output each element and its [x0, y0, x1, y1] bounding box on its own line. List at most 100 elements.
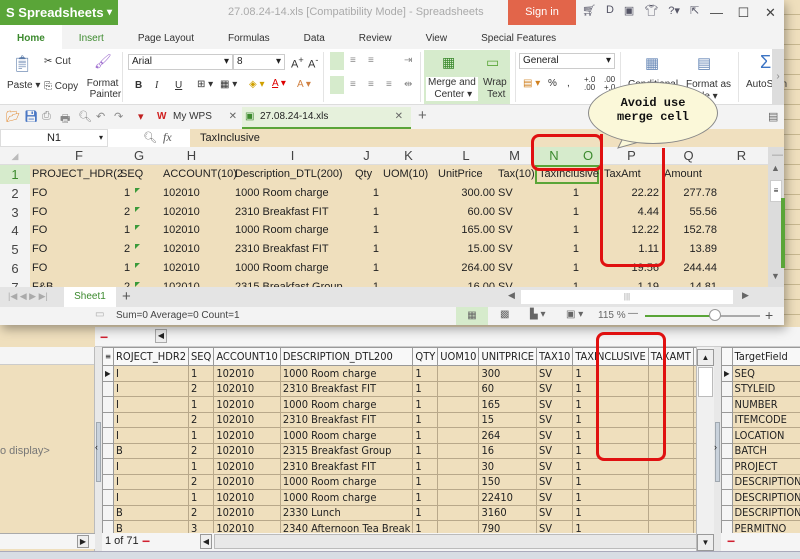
import-cell[interactable]: 1000 Room charge: [279, 473, 414, 490]
cut-button[interactable]: ✂ Cut: [44, 56, 71, 67]
import-cell[interactable]: 2315 Breakfast Group: [279, 442, 414, 459]
scroll-down-button[interactable]: ▼: [771, 271, 780, 281]
align-bottom-icon[interactable]: ≡: [368, 55, 374, 66]
cell[interactable]: 300.00: [438, 184, 495, 203]
target-field-row[interactable]: BATCH: [721, 442, 800, 459]
cell[interactable]: 152.78: [660, 221, 717, 240]
cell[interactable]: 277.78: [660, 184, 717, 203]
decrease-font-icon[interactable]: A-: [308, 55, 318, 71]
cell[interactable]: 60.00: [438, 203, 495, 222]
import-cell[interactable]: 1: [412, 504, 439, 521]
splitter-grip[interactable]: [715, 422, 720, 482]
import-cell[interactable]: 1000 Room charge: [279, 427, 414, 444]
fill-color-icon[interactable]: ◈ ▾: [249, 79, 265, 90]
header-cell[interactable]: Description_DTL(200): [235, 165, 343, 184]
cell[interactable]: 2310 Breakfast FIT: [235, 240, 329, 259]
import-column-header[interactable]: UNITPRICE: [478, 347, 537, 366]
row-selector[interactable]: [721, 473, 733, 490]
import-cell[interactable]: 1: [572, 504, 649, 521]
close-tab-icon[interactable]: ✕: [229, 107, 237, 127]
bold-button[interactable]: B: [135, 80, 142, 91]
import-column-header[interactable]: TAX10: [535, 347, 574, 366]
import-cell[interactable]: 102010: [213, 411, 281, 428]
import-cell[interactable]: [647, 504, 694, 521]
sheet-tab-sheet1[interactable]: Sheet1: [64, 287, 116, 307]
import-cell[interactable]: [437, 473, 480, 490]
import-cell[interactable]: SV: [535, 365, 574, 382]
percent-button[interactable]: %: [548, 78, 557, 89]
print-icon[interactable]: 🖶︎: [60, 110, 70, 129]
skin-icon[interactable]: 👕︎: [644, 4, 658, 22]
cell[interactable]: 2310 Breakfast FIT: [235, 203, 329, 222]
import-cell[interactable]: [647, 473, 694, 490]
target-field-item[interactable]: NUMBER: [731, 396, 800, 413]
import-column-header[interactable]: UOM10: [437, 347, 480, 366]
import-cell[interactable]: 2310 Breakfast FIT: [279, 411, 414, 428]
import-column-header[interactable]: QTY: [412, 347, 439, 366]
row-header[interactable]: 1: [0, 165, 30, 184]
target-field-item[interactable]: DESCRIPTION: [731, 473, 800, 490]
column-header-g[interactable]: G: [128, 147, 150, 165]
scroll-left-button[interactable]: ◀: [508, 290, 515, 301]
comma-style-icon[interactable]: ,: [567, 78, 570, 89]
import-cell[interactable]: 102010: [213, 442, 281, 459]
row-selector[interactable]: [721, 396, 733, 413]
cell[interactable]: 1: [355, 203, 379, 222]
import-cell[interactable]: 102010: [213, 489, 281, 506]
import-cell[interactable]: 102010: [213, 458, 281, 475]
import-cell[interactable]: 16: [478, 442, 537, 459]
align-top-button[interactable]: [330, 52, 344, 70]
import-cell[interactable]: 102010: [213, 504, 281, 521]
column-header-f[interactable]: F: [30, 147, 128, 165]
import-cell[interactable]: 2: [188, 380, 215, 397]
import-cell[interactable]: [437, 504, 480, 521]
scroll-left-button[interactable]: ◀: [200, 534, 212, 549]
import-table-row[interactable]: I11020101000 Room charge122410SV11660: [101, 489, 743, 506]
print-preview-icon[interactable]: ⎙: [42, 110, 51, 123]
zoom-in-button[interactable]: +: [765, 307, 773, 323]
import-cell[interactable]: 102010: [213, 473, 281, 490]
format-as-table-icon[interactable]: ▤: [697, 54, 711, 72]
import-cell[interactable]: [437, 489, 480, 506]
cell[interactable]: 2315 Breakfast Group: [235, 278, 343, 287]
target-field-item[interactable]: SEQ: [731, 365, 800, 382]
paste-button[interactable]: Paste ▾: [7, 80, 40, 91]
format-painter-button[interactable]: Format Painter: [84, 78, 121, 100]
side-panel-toggle[interactable]: [781, 198, 785, 268]
target-field-item[interactable]: ITEMCODE: [731, 411, 800, 428]
column-header-h[interactable]: H: [150, 147, 233, 165]
cell[interactable]: 1.19: [600, 278, 659, 287]
cell[interactable]: 264.00: [438, 259, 495, 278]
target-field-row[interactable]: LOCATION: [721, 427, 800, 444]
autosum-icon[interactable]: Σ: [760, 52, 771, 73]
header-cell[interactable]: SEQ: [120, 165, 143, 184]
target-field-item[interactable]: DESCRIPTION2: [731, 489, 800, 506]
undo-icon[interactable]: ↶: [96, 110, 105, 123]
add-sheet-icon[interactable]: +: [122, 288, 131, 305]
target-field-row[interactable]: DESCRIPTION2: [721, 489, 800, 506]
cell[interactable]: SV: [498, 278, 513, 287]
align-middle-icon[interactable]: ≡: [350, 55, 356, 66]
close-tab-icon[interactable]: ✕: [395, 107, 403, 127]
target-field-row[interactable]: ▶ SEQ: [721, 365, 800, 382]
import-cell[interactable]: SV: [535, 396, 574, 413]
save-icon[interactable]: 💾︎: [24, 110, 38, 123]
import-cell[interactable]: [437, 411, 480, 428]
cart-icon[interactable]: 🛒︎: [582, 4, 596, 22]
row-header[interactable]: 3: [0, 203, 30, 222]
header-cell[interactable]: Qty: [355, 165, 372, 184]
close-button[interactable]: ✕: [757, 0, 784, 25]
italic-button[interactable]: I: [155, 80, 158, 91]
import-cell[interactable]: 1: [188, 489, 215, 506]
row-selector[interactable]: ▶: [721, 365, 733, 382]
cell[interactable]: FO: [32, 259, 47, 278]
import-column-header[interactable]: SEQ: [188, 347, 215, 366]
import-cell[interactable]: [437, 427, 480, 444]
cell[interactable]: FO: [32, 184, 47, 203]
cell[interactable]: FO: [32, 240, 47, 259]
import-cell[interactable]: 22410: [478, 489, 537, 506]
import-cell[interactable]: 1000 Room charge: [279, 489, 414, 506]
target-field-item[interactable]: LOCATION: [731, 427, 800, 444]
import-cell[interactable]: [437, 380, 480, 397]
cell[interactable]: 102010: [163, 203, 200, 222]
